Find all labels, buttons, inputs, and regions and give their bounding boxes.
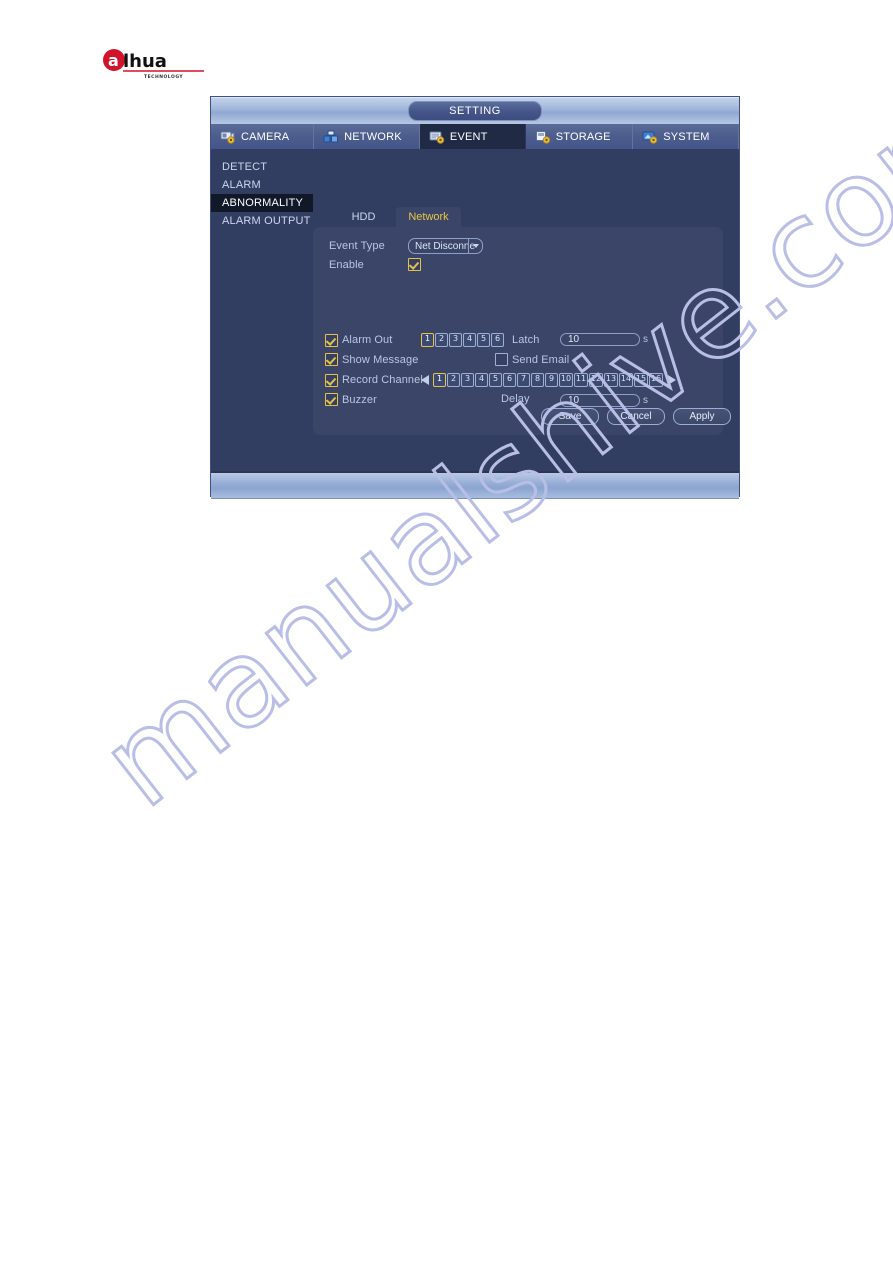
delay-unit: s [643,395,648,406]
sidebar-item-abnormality[interactable]: ABNORMALITY [211,194,313,212]
enable-label: Enable [329,258,364,271]
event-type-value: Net Disconne [415,240,476,252]
alarm-out-channel-5[interactable]: 5 [477,333,490,347]
event-gear-icon [429,130,445,144]
tab-event-label: EVENT [449,130,488,143]
delay-input[interactable]: 10 [560,394,640,407]
panel-action-buttons: Save Cancel Apply [541,408,731,425]
alarm-out-channel-6[interactable]: 6 [491,333,504,347]
record-channel-1[interactable]: 1 [433,373,446,387]
sidebar-item-detect[interactable]: DETECT [211,158,313,176]
arrow-right-icon[interactable] [668,375,676,385]
window-title: SETTING [408,101,542,121]
tab-camera[interactable]: CAMERA [211,124,315,149]
chevron-down-icon[interactable] [468,239,482,253]
watermark: manualshive.com [76,52,893,980]
record-channel-11[interactable]: 11 [574,373,588,387]
enable-checkbox[interactable] [408,258,421,271]
event-type-row: Event Type Net Disconne [329,238,483,254]
record-channel-3[interactable]: 3 [461,373,474,387]
tab-storage[interactable]: STORAGE [526,124,634,149]
dahua-logo: a lhua TECHNOLOGY [101,47,211,81]
sidebar-item-alarm-output[interactable]: ALARM OUTPUT [211,212,313,230]
window-titlebar: SETTING [211,97,739,124]
tab-system-label: SYSTEM [663,130,710,143]
record-channel-13[interactable]: 13 [604,373,618,387]
record-channel-list: 1 2 3 4 5 6 7 8 9 10 11 12 13 14 15 16 [433,373,664,387]
window-body: DETECT ALARM ABNORMALITY ALARM OUTPUT HD… [211,149,739,471]
system-gear-icon [642,130,658,144]
storage-gear-icon [535,130,551,144]
alarm-out-channel-3[interactable]: 3 [449,333,462,347]
dahua-logo-icon: a lhua TECHNOLOGY [103,49,204,80]
delay-label: Delay [501,393,530,405]
record-channel-4[interactable]: 4 [475,373,488,387]
buzzer-checkbox[interactable] [325,393,338,406]
sidebar-item-alarm[interactable]: ALARM [211,176,313,194]
main-tabbar: CAMERA NETWORK EVENT STORAGE SYSTEM [211,124,740,149]
latch-input[interactable]: 10 [560,333,640,346]
tab-network[interactable]: NETWORK [314,124,420,149]
record-channel-5[interactable]: 5 [489,373,502,387]
alarm-out-checkbox[interactable] [325,333,338,347]
alarm-out-channel-4[interactable]: 4 [463,333,476,347]
tab-event[interactable]: EVENT [419,124,526,149]
record-channel-16[interactable]: 16 [649,373,663,387]
event-type-select[interactable]: Net Disconne [408,238,483,254]
svg-text:TECHNOLOGY: TECHNOLOGY [144,74,183,80]
window-footer [211,473,739,499]
send-email-checkbox[interactable] [495,353,508,366]
send-email-row: Send Email [495,353,569,366]
latch-label: Latch [512,334,540,346]
event-type-label: Event Type [329,240,385,252]
alarm-out-channel-2[interactable]: 2 [435,333,448,347]
buzzer-label: Buzzer [342,393,377,406]
latch-field-group: 10 s [560,333,648,346]
arrow-left-icon[interactable] [421,375,429,385]
delay-label-wrap: Delay [501,393,530,405]
alarm-out-channel-1[interactable]: 1 [421,333,434,347]
show-message-row: Show Message [325,353,418,366]
settings-panel: Event Type Net Disconne Enable Alarm Out… [313,227,731,435]
subtab-hdd[interactable]: HDD [331,207,396,227]
tab-network-label: NETWORK [344,130,402,143]
latch-unit: s [643,334,648,345]
setting-window: SETTING CAMERA NETWORK EVENT STORAGE SYS… [211,97,740,499]
buzzer-row: Buzzer [325,393,377,406]
record-channel-9[interactable]: 9 [545,373,558,387]
record-channel-checkbox[interactable] [325,373,338,387]
show-message-checkbox[interactable] [325,353,338,366]
show-message-label: Show Message [342,353,419,366]
svg-text:lhua: lhua [123,51,167,72]
alarm-out-row: Alarm Out 1 2 3 4 5 6 Latch [325,333,539,347]
camera-gear-icon [220,130,236,144]
record-channel-14[interactable]: 14 [619,373,633,387]
alarm-out-channel-list: 1 2 3 4 5 6 [421,333,505,347]
record-channel-7[interactable]: 7 [517,373,530,387]
delay-field-group: 10 s [560,394,648,407]
subtab-network[interactable]: Network [396,207,461,227]
alarm-out-label: Alarm Out [342,334,393,346]
sidebar: DETECT ALARM ABNORMALITY ALARM OUTPUT [211,149,313,230]
tab-camera-label: CAMERA [241,130,290,143]
apply-button[interactable]: Apply [673,408,731,425]
record-channel-12[interactable]: 12 [589,373,603,387]
save-button[interactable]: Save [541,408,599,425]
send-email-label: Send Email [512,353,570,366]
cancel-button[interactable]: Cancel [607,408,665,425]
record-channel-6[interactable]: 6 [503,373,516,387]
record-channel-15[interactable]: 15 [634,373,648,387]
record-channel-8[interactable]: 8 [531,373,544,387]
record-channel-label: Record Channel [342,374,423,386]
record-channel-2[interactable]: 2 [447,373,460,387]
record-channel-row: Record Channel 1 2 3 4 5 6 7 8 9 10 11 1… [325,373,676,387]
tab-storage-label: STORAGE [555,130,611,143]
record-channel-10[interactable]: 10 [559,373,573,387]
svg-text:a: a [108,51,119,70]
subtab-bar: HDD Network [331,207,461,227]
enable-row: Enable [329,258,421,271]
tab-system[interactable]: SYSTEM [633,124,740,149]
network-icon [323,130,339,144]
